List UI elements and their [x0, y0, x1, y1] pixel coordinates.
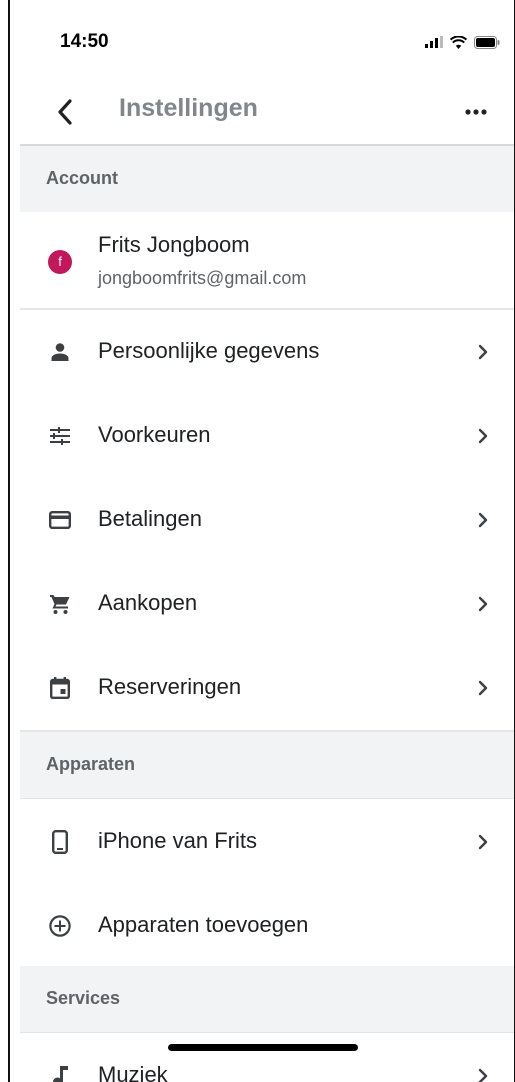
calendar-icon — [48, 676, 72, 700]
status-icons — [425, 34, 500, 50]
chevron-right-icon — [476, 342, 490, 362]
account-email: jongboomfrits@gmail.com — [98, 268, 307, 288]
chevron-right-icon — [476, 426, 490, 446]
device-item-iphone[interactable]: iPhone van Frits — [20, 800, 514, 886]
page-title: Instellingen — [119, 94, 258, 122]
section-header-services: Services — [20, 966, 514, 1033]
section-title: Account — [46, 168, 118, 188]
chevron-right-icon — [476, 594, 490, 614]
smartphone-icon — [48, 830, 72, 854]
menu-item-reservations[interactable]: Reserveringen — [20, 646, 514, 732]
section-title: Apparaten — [46, 754, 136, 774]
account-name: Frits Jongboom — [98, 232, 250, 257]
battery-icon — [474, 35, 500, 49]
menu-item-label: Aankopen — [98, 590, 198, 615]
status-time: 14:50 — [60, 31, 109, 52]
signal-icon — [425, 36, 443, 48]
tune-icon — [48, 424, 72, 448]
menu-item-label: Muziek — [98, 1062, 168, 1082]
app-header: Instellingen — [20, 80, 514, 146]
menu-item-payments[interactable]: Betalingen — [20, 478, 514, 564]
wifi-icon — [450, 35, 467, 49]
add-circle-icon — [48, 914, 72, 938]
menu-item-label: Reserveringen — [98, 674, 242, 699]
person-icon — [48, 340, 72, 364]
avatar: f — [48, 250, 72, 274]
section-header-account: Account — [20, 146, 514, 213]
menu-item-label: Voorkeuren — [98, 422, 211, 447]
add-device-item[interactable]: Apparaten toevoegen — [20, 884, 514, 970]
chevron-left-icon — [58, 99, 72, 125]
chevron-right-icon — [476, 1066, 490, 1082]
credit-card-icon — [48, 508, 72, 532]
music-note-icon — [48, 1064, 72, 1082]
menu-item-preferences[interactable]: Voorkeuren — [20, 394, 514, 480]
menu-item-label: Apparaten toevoegen — [98, 912, 309, 937]
service-item-music[interactable]: Muziek — [20, 1034, 514, 1082]
phone-screen: 14:50 Instellingen Account f Frits Jongb… — [20, 0, 514, 1082]
menu-item-label: iPhone van Frits — [98, 828, 257, 853]
chevron-right-icon — [476, 832, 490, 852]
back-button[interactable] — [48, 92, 82, 132]
more-horizontal-icon — [465, 109, 487, 115]
section-header-devices: Apparaten — [20, 732, 514, 799]
section-title: Services — [46, 988, 121, 1008]
chevron-right-icon — [476, 510, 490, 530]
status-bar: 14:50 — [20, 0, 514, 80]
menu-item-personal-info[interactable]: Persoonlijke gegevens — [20, 310, 514, 396]
home-indicator[interactable] — [168, 1044, 358, 1051]
menu-item-label: Betalingen — [98, 506, 202, 531]
menu-item-purchases[interactable]: Aankopen — [20, 562, 514, 648]
menu-item-label: Persoonlijke gegevens — [98, 338, 320, 363]
more-options-button[interactable] — [458, 94, 494, 130]
chevron-right-icon — [476, 678, 490, 698]
account-row[interactable]: f Frits Jongboom jongboomfrits@gmail.com — [20, 212, 514, 310]
frame-border-left — [8, 0, 10, 1082]
shopping-cart-icon — [48, 592, 72, 616]
